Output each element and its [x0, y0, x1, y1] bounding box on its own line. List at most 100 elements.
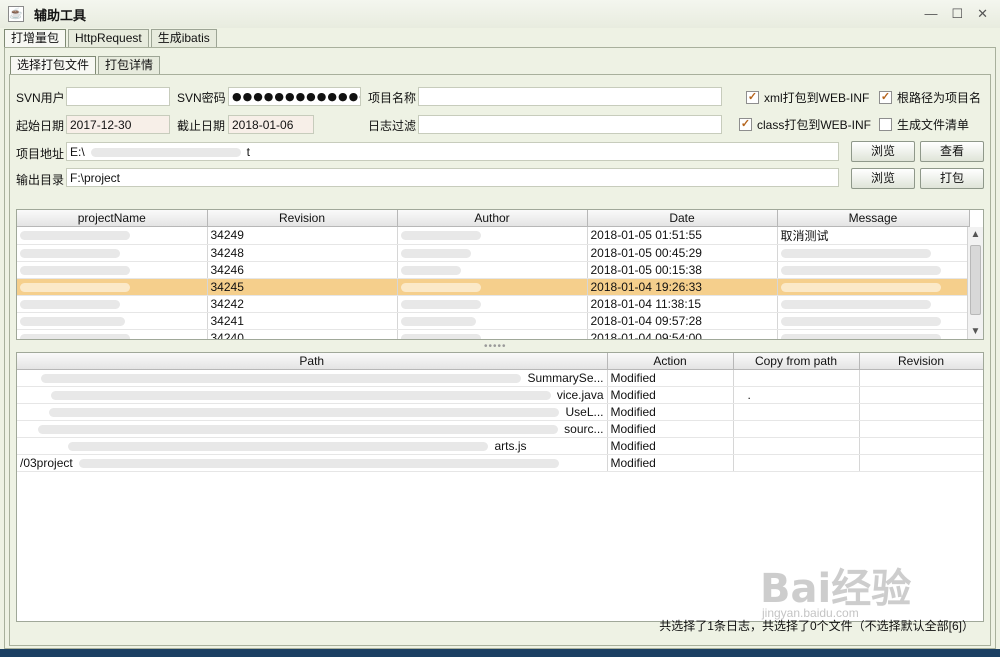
- file-list-checkbox[interactable]: 生成文件清单: [879, 116, 969, 133]
- view-button[interactable]: 查看: [920, 141, 984, 162]
- path-tail: arts.js: [494, 438, 527, 453]
- log-table-scrollbar[interactable]: ▲ ▼: [967, 227, 983, 339]
- end-date-input[interactable]: 2018-01-06: [228, 115, 314, 134]
- root-path-checkbox[interactable]: ✓ 根路径为项目名: [879, 89, 981, 106]
- scroll-thumb[interactable]: [970, 245, 981, 315]
- path-tail: SummarySe...: [527, 370, 604, 385]
- redacted-text: [400, 299, 481, 309]
- cell-action: Modified: [607, 403, 734, 421]
- cell-action: Modified: [607, 369, 734, 387]
- table-row[interactable]: 34240 2018-01-04 09:54:00: [17, 329, 970, 339]
- log-filter-input[interactable]: [418, 115, 722, 134]
- project-path-input[interactable]: E:\ t: [66, 142, 839, 161]
- tab-package-details[interactable]: 打包详情: [98, 56, 161, 74]
- check-icon: ✓: [739, 118, 752, 131]
- redacted-text: [20, 231, 130, 241]
- project-name-input[interactable]: [418, 87, 722, 106]
- svn-password-input[interactable]: ●●●●●●●●●●●●●●●●●: [228, 87, 361, 106]
- column-header[interactable]: Path: [17, 353, 608, 370]
- table-row[interactable]: 34249 2018-01-05 01:51:55 取消测试: [17, 226, 970, 245]
- tab-ibatis[interactable]: 生成ibatis: [150, 29, 217, 47]
- cell-project: [17, 226, 208, 245]
- table-row[interactable]: UseL... Modified: [17, 403, 983, 421]
- column-header[interactable]: Message: [777, 210, 970, 227]
- redacted-text: [400, 265, 461, 275]
- log-table: projectName Revision Author Date Message…: [16, 209, 984, 340]
- column-header[interactable]: Author: [397, 210, 588, 227]
- cell-author: [397, 244, 588, 262]
- cell-project: [17, 244, 208, 262]
- path-tail: sourc...: [564, 421, 604, 436]
- cell-path: UseL...: [17, 403, 608, 421]
- redacted-text: [50, 390, 551, 400]
- cell-path: vice.java: [17, 386, 608, 404]
- project-name-label: 项目名称: [368, 91, 417, 105]
- output-dir-label: 输出目录: [16, 173, 65, 187]
- redacted-text: [400, 282, 481, 292]
- svn-password-label: SVN密码: [177, 91, 226, 105]
- tab-select-files[interactable]: 选择打包文件: [10, 56, 97, 74]
- cell-copy-from: [733, 403, 860, 421]
- cell-revision: 34245: [207, 278, 398, 296]
- column-header[interactable]: Revision: [207, 210, 398, 227]
- package-button[interactable]: 打包: [920, 168, 984, 189]
- table-row[interactable]: 34241 2018-01-04 09:57:28: [17, 312, 970, 330]
- cell-project: [17, 312, 208, 330]
- cell-copy-from: [733, 420, 860, 438]
- column-header[interactable]: Revision: [859, 353, 983, 370]
- table-row[interactable]: 34246 2018-01-05 00:15:38: [17, 261, 970, 279]
- cell-revision: [859, 454, 983, 472]
- cell-path: /03project: [17, 454, 608, 472]
- column-header[interactable]: Action: [607, 353, 734, 370]
- cell-date: 2018-01-05 00:45:29: [587, 244, 778, 262]
- end-date-label: 截止日期: [177, 119, 226, 133]
- column-header[interactable]: projectName: [17, 210, 208, 227]
- table-row[interactable]: 34248 2018-01-05 00:45:29: [17, 244, 970, 262]
- check-icon: ✓: [746, 91, 759, 104]
- table-row[interactable]: arts.js Modified: [17, 437, 983, 455]
- output-dir-input[interactable]: F:\project: [66, 168, 839, 187]
- cell-message: [777, 278, 970, 296]
- cell-date: 2018-01-04 11:38:15: [587, 295, 778, 313]
- redacted-text: [400, 248, 471, 258]
- scroll-up-icon[interactable]: ▲: [968, 227, 983, 242]
- svn-user-input[interactable]: [66, 87, 170, 106]
- table-row[interactable]: 34242 2018-01-04 11:38:15: [17, 295, 970, 313]
- redacted-text: [20, 316, 125, 326]
- xml-webinf-checkbox[interactable]: ✓ xml打包到WEB-INF: [746, 89, 869, 106]
- taskbar: [0, 649, 1000, 657]
- column-header[interactable]: Date: [587, 210, 778, 227]
- table-row[interactable]: SummarySe... Modified: [17, 369, 983, 387]
- close-button[interactable]: ✕: [977, 6, 988, 22]
- redacted-text: [780, 282, 941, 292]
- cell-path: sourc...: [17, 420, 608, 438]
- redacted-text: [78, 458, 559, 468]
- table-row[interactable]: vice.java Modified .: [17, 386, 983, 404]
- redacted-text: [780, 299, 931, 309]
- redacted-text: [400, 333, 481, 339]
- class-webinf-checkbox[interactable]: ✓ class打包到WEB-INF: [739, 116, 871, 133]
- cell-author: [397, 261, 588, 279]
- minimize-button[interactable]: —: [924, 6, 937, 22]
- redacted-text: [20, 299, 120, 309]
- log-filter-label: 日志过滤: [368, 119, 417, 133]
- column-header[interactable]: Copy from path: [733, 353, 860, 370]
- maximize-button[interactable]: ☐: [951, 6, 963, 22]
- root-path-label: 根路径为项目名: [897, 91, 982, 105]
- table-row-selected[interactable]: 34245 2018-01-04 19:26:33: [17, 278, 970, 296]
- browse-project-button[interactable]: 浏览: [851, 141, 915, 162]
- cell-copy-from: [733, 369, 860, 387]
- cell-date: 2018-01-04 19:26:33: [587, 278, 778, 296]
- start-date-input[interactable]: 2017-12-30: [66, 115, 170, 134]
- browse-output-button[interactable]: 浏览: [851, 168, 915, 189]
- table-row[interactable]: /03project Modified: [17, 454, 983, 472]
- tab-package[interactable]: 打增量包: [4, 29, 67, 47]
- cell-revision: 34242: [207, 295, 398, 313]
- tab-httprequest[interactable]: HttpRequest: [68, 29, 149, 47]
- redacted-text: [20, 333, 130, 339]
- redacted-text: [20, 248, 120, 258]
- cell-author: [397, 329, 588, 339]
- scroll-down-icon[interactable]: ▼: [968, 324, 983, 339]
- table-row[interactable]: sourc... Modified: [17, 420, 983, 438]
- split-pane-divider[interactable]: •••••: [484, 341, 507, 352]
